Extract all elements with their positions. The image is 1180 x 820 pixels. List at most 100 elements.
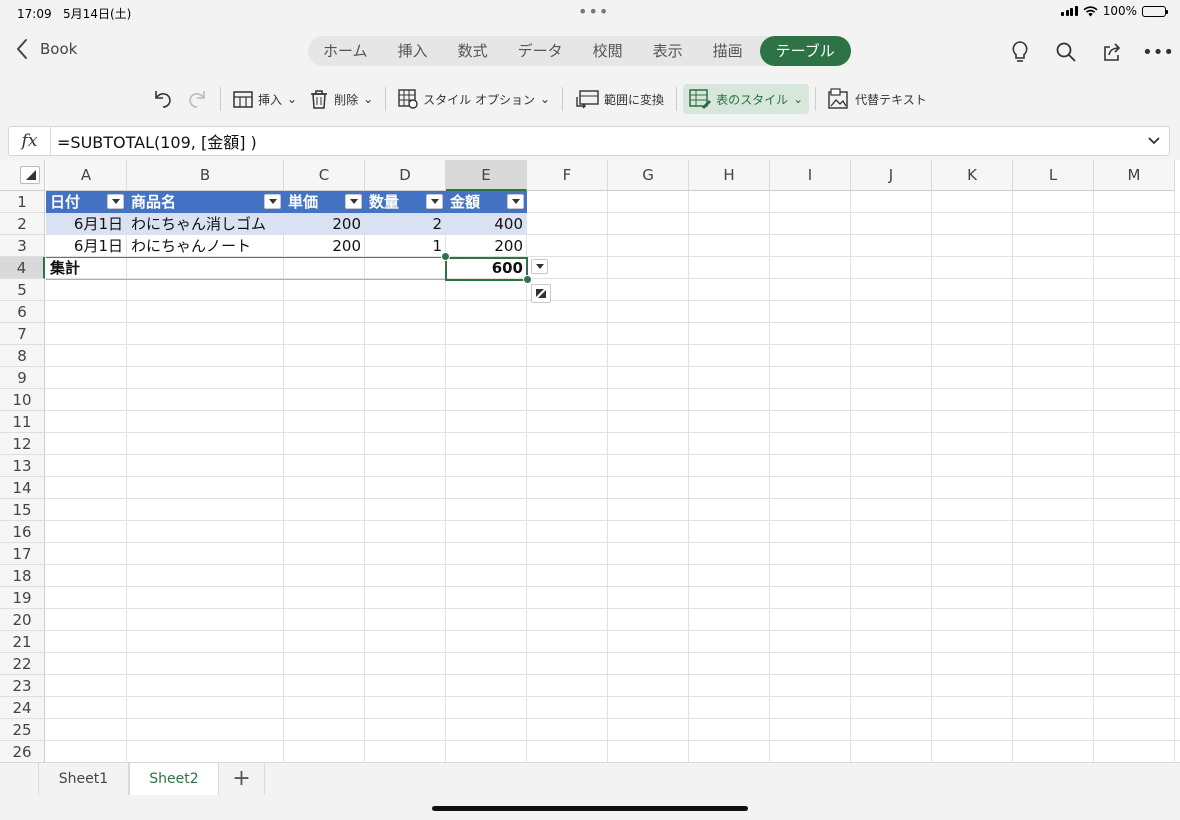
row-header-18[interactable]: 18 (0, 565, 45, 587)
alt-text-button[interactable]: 代替テキスト (822, 84, 933, 114)
column-header-d[interactable]: D (365, 160, 446, 191)
selection-handle-top[interactable] (441, 252, 450, 261)
filter-dropdown-icon[interactable] (264, 194, 281, 209)
row-header-2[interactable]: 2 (0, 213, 45, 235)
toolbar-divider (385, 87, 387, 111)
row-header-16[interactable]: 16 (0, 521, 45, 543)
table-cell[interactable]: 200 (446, 235, 527, 257)
column-header-j[interactable]: J (851, 160, 932, 191)
add-sheet-button[interactable]: + (219, 763, 265, 795)
filter-dropdown-icon[interactable] (107, 194, 124, 209)
row-header-20[interactable]: 20 (0, 609, 45, 631)
column-header-k[interactable]: K (932, 160, 1013, 191)
formula-input[interactable]: =SUBTOTAL(109, [金額] ) (51, 129, 1139, 153)
column-header-h[interactable]: H (689, 160, 770, 191)
table-cell[interactable]: 2 (365, 213, 446, 235)
table-insert-icon (233, 91, 253, 108)
row-header-22[interactable]: 22 (0, 653, 45, 675)
convert-range-icon (576, 90, 599, 109)
tab-data[interactable]: データ (503, 36, 578, 66)
table-cell[interactable]: 400 (446, 213, 527, 235)
row-header-19[interactable]: 19 (0, 587, 45, 609)
row-header-1[interactable]: 1 (0, 191, 45, 213)
spreadsheet-grid[interactable]: 日付 商品名 単価 数量 金額 6月1日 わにちゃん消しゴム 200 2 400… (0, 160, 1180, 762)
table-cell[interactable]: 6月1日 (46, 213, 127, 235)
column-header-i[interactable]: I (770, 160, 851, 191)
expand-formula-chevron-icon[interactable] (1139, 136, 1169, 146)
table-header-cell[interactable]: 商品名 (127, 191, 284, 213)
selection-handle-bottom[interactable] (523, 275, 532, 284)
row-header-21[interactable]: 21 (0, 631, 45, 653)
row-header-14[interactable]: 14 (0, 477, 45, 499)
row-gridline (45, 498, 1180, 499)
table-resize-icon[interactable] (531, 284, 551, 303)
row-header-25[interactable]: 25 (0, 719, 45, 741)
filter-dropdown-icon[interactable] (507, 194, 524, 209)
sheet-tab-sheet1[interactable]: Sheet1 (39, 763, 129, 795)
multitask-dots-icon[interactable]: ••• (578, 2, 609, 21)
search-icon[interactable] (1054, 40, 1078, 64)
active-cell-selection[interactable] (445, 257, 528, 281)
tab-table[interactable]: テーブル (759, 36, 851, 66)
select-all-icon (20, 166, 40, 184)
more-icon[interactable]: ••• (1142, 40, 1174, 64)
delete-button[interactable]: 削除 ⌄ (303, 84, 379, 114)
formula-bar[interactable]: fx =SUBTOTAL(109, [金額] ) (8, 126, 1170, 156)
total-label-cell[interactable]: 集計 (46, 257, 127, 279)
row-header-12[interactable]: 12 (0, 433, 45, 455)
column-header-f[interactable]: F (527, 160, 608, 191)
row-header-17[interactable]: 17 (0, 543, 45, 565)
row-header-23[interactable]: 23 (0, 675, 45, 697)
filter-dropdown-icon[interactable] (345, 194, 362, 209)
row-gridline (45, 476, 1180, 477)
row-header-13[interactable]: 13 (0, 455, 45, 477)
tab-view[interactable]: 表示 (638, 36, 698, 66)
function-icon[interactable]: fx (9, 127, 51, 155)
battery-percent: 100% (1102, 4, 1137, 18)
table-cell[interactable]: 6月1日 (46, 235, 127, 257)
undo-button[interactable] (146, 84, 180, 114)
tab-review[interactable]: 校閲 (578, 36, 638, 66)
style-options-button[interactable]: スタイル オプション ⌄ (392, 84, 556, 114)
column-header-l[interactable]: L (1013, 160, 1094, 191)
tab-formulas[interactable]: 数式 (443, 36, 503, 66)
lightbulb-icon[interactable] (1008, 40, 1032, 64)
share-icon[interactable] (1100, 40, 1124, 64)
table-cell[interactable]: 200 (284, 213, 365, 235)
row-header-5[interactable]: 5 (0, 279, 45, 301)
row-header-4[interactable]: 4 (0, 257, 45, 279)
tab-draw[interactable]: 描画 (698, 36, 758, 66)
filter-dropdown-icon[interactable] (426, 194, 443, 209)
total-function-dropdown-icon[interactable] (531, 259, 548, 274)
row-header-3[interactable]: 3 (0, 235, 45, 257)
sheet-tab-sheet2[interactable]: Sheet2 (129, 763, 219, 795)
row-gridline (45, 520, 1180, 521)
table-style-button[interactable]: 表のスタイル ⌄ (683, 84, 810, 114)
convert-to-range-button[interactable]: 範囲に変換 (569, 84, 670, 114)
table-cell[interactable]: 1 (365, 235, 446, 257)
back-button[interactable]: Book (16, 38, 77, 60)
row-header-8[interactable]: 8 (0, 345, 45, 367)
column-header-g[interactable]: G (608, 160, 689, 191)
column-header-a[interactable]: A (46, 160, 127, 191)
insert-button[interactable]: 挿入 ⌄ (227, 84, 303, 114)
column-header-c[interactable]: C (284, 160, 365, 191)
column-header-m[interactable]: M (1094, 160, 1175, 191)
row-header-11[interactable]: 11 (0, 411, 45, 433)
row-header-9[interactable]: 9 (0, 367, 45, 389)
tab-insert[interactable]: 挿入 (383, 36, 443, 66)
row-header-7[interactable]: 7 (0, 323, 45, 345)
row-header-24[interactable]: 24 (0, 697, 45, 719)
column-header-b[interactable]: B (127, 160, 284, 191)
row-header-15[interactable]: 15 (0, 499, 45, 521)
row-header-10[interactable]: 10 (0, 389, 45, 411)
table-cell[interactable]: わにちゃん消しゴム (127, 213, 284, 235)
tab-home[interactable]: ホーム (308, 36, 383, 66)
row-header-6[interactable]: 6 (0, 301, 45, 323)
redo-button[interactable] (180, 84, 214, 114)
table-cell[interactable]: わにちゃんノート (127, 235, 284, 257)
row-header-26[interactable]: 26 (0, 741, 45, 762)
column-header-e[interactable]: E (446, 160, 527, 191)
table-cell[interactable]: 200 (284, 235, 365, 257)
select-all-button[interactable] (0, 160, 45, 191)
